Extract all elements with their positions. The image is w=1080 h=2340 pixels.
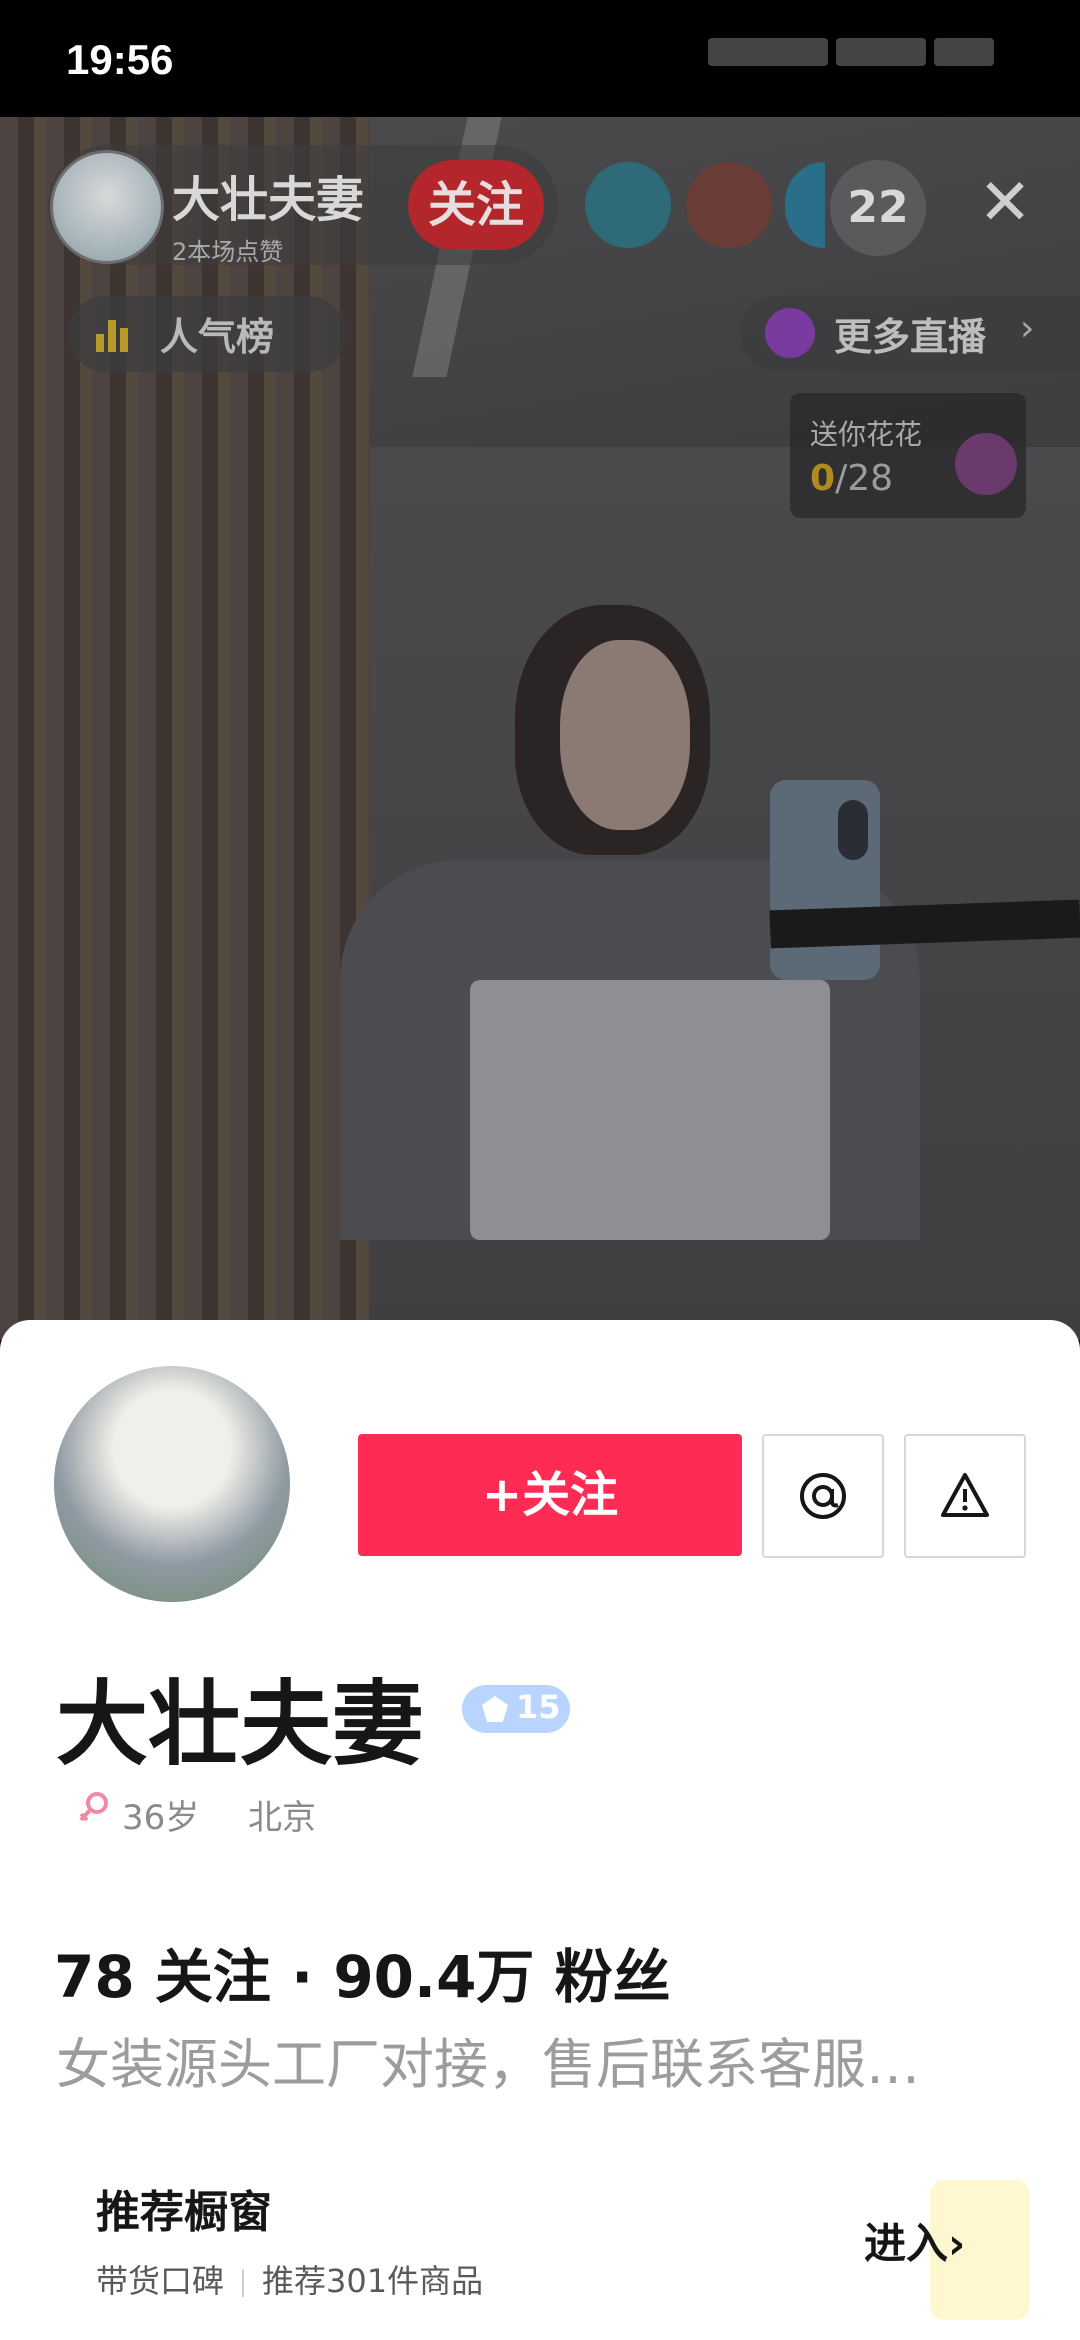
- location-text: 北京: [248, 1798, 316, 1838]
- follow-stats[interactable]: 78 关注 · 90.4万 粉丝: [54, 1930, 671, 2014]
- gift-task-progress: 0/28: [810, 458, 893, 499]
- gift-task-title: 送你花花: [810, 418, 923, 451]
- shop-window-subtitle: 带货口碑 推荐301件商品: [96, 2256, 483, 2302]
- status-time: 19:56: [66, 36, 174, 83]
- anchor-avatar[interactable]: [50, 150, 164, 264]
- shop-reputation: 带货口碑: [96, 2262, 225, 2300]
- shop-enter-label[interactable]: 进入: [864, 2219, 948, 2268]
- mention-button[interactable]: [762, 1434, 884, 1558]
- garment: [470, 980, 830, 1240]
- shop-enter-link[interactable]: 进入›: [864, 2210, 965, 2271]
- viewer-avatar[interactable]: [686, 162, 772, 248]
- status-icons: [700, 38, 1020, 78]
- anchor-likes: 2本场点赞: [172, 238, 284, 266]
- at-icon: [800, 1473, 846, 1519]
- more-live-label[interactable]: 更多直播: [834, 306, 986, 361]
- flower-icon: [955, 433, 1017, 495]
- popularity-rank-label[interactable]: 人气榜: [160, 306, 274, 361]
- close-icon[interactable]: ✕: [970, 168, 1040, 238]
- follow-button[interactable]: +关注: [358, 1434, 742, 1556]
- shop-window-title[interactable]: 推荐橱窗: [96, 2176, 272, 2240]
- host-face: [560, 640, 690, 830]
- profile-bio: 女装源头工厂对接，售后联系客服…: [56, 2033, 920, 2096]
- chevron-right-icon: ›: [1020, 308, 1035, 349]
- gift-task-total: /28: [835, 458, 893, 499]
- viewer-avatar[interactable]: [585, 162, 671, 248]
- female-icon: [76, 1790, 112, 1826]
- report-button[interactable]: [904, 1434, 1026, 1558]
- profile-name: 大壮夫妻: [56, 1671, 425, 1778]
- live-avatar-icon: [765, 308, 815, 358]
- gift-task-current: 0: [810, 458, 836, 499]
- age-text: 36岁: [122, 1798, 200, 1838]
- chevron-right-icon: ›: [948, 2219, 966, 2268]
- level-number: 15: [516, 1688, 561, 1726]
- bar-chart-icon: [96, 316, 136, 352]
- phone-camera-icon: [838, 800, 868, 860]
- viewer-count[interactable]: 22: [830, 160, 926, 256]
- profile-avatar[interactable]: [54, 1366, 290, 1602]
- divider: [242, 2269, 245, 2297]
- warning-icon: [941, 1473, 989, 1517]
- live-follow-button[interactable]: 关注: [408, 160, 544, 250]
- shop-item-count: 推荐301件商品: [262, 2262, 484, 2300]
- anchor-name[interactable]: 大壮夫妻: [172, 160, 364, 230]
